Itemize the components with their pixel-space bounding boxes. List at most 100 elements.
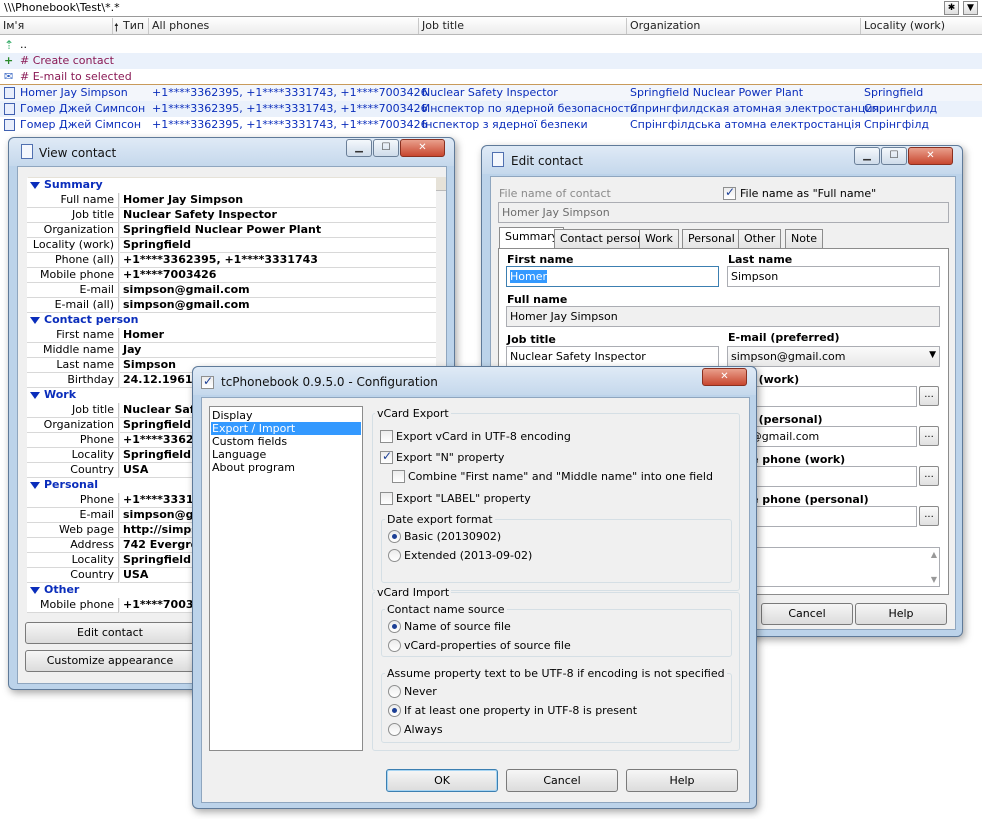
at-least-one-radio[interactable] [388,704,401,717]
export-label-checkbox[interactable] [380,492,393,505]
col-locality[interactable]: Locality (work) [864,19,945,32]
collapse-icon [30,316,40,324]
table-row[interactable]: Гомер Джей Симпсон +1****3362395, +1****… [0,101,982,117]
configuration-dialog: tcPhonebook 0.9.5.0 - Configuration ✕ Di… [192,366,757,809]
edit-document-icon [492,152,504,167]
close-button[interactable]: ✕ [908,147,953,165]
utf8-export-label: Export vCard in UTF-8 encoding [396,430,571,443]
nav-display[interactable]: Display [212,409,253,422]
favorites-button[interactable]: ✱ [944,1,959,15]
minimize-button[interactable]: ▁ [854,147,880,165]
cancel-button[interactable]: Cancel [506,769,618,792]
date-basic-radio[interactable] [388,530,401,543]
help-button[interactable]: Help [855,603,947,625]
phone-work-label: e phone (work) [751,453,846,466]
notes-textarea[interactable]: ▲ ▼ [727,547,940,587]
never-label: Never [404,685,437,698]
date-format-label: Date export format [385,513,495,526]
file-name-field[interactable]: Homer Jay Simpson [498,202,949,223]
first-name-field[interactable]: Homer [506,266,719,287]
collapse-icon [30,391,40,399]
combine-names-checkbox[interactable] [392,470,405,483]
add-icon: + [4,54,14,67]
tab-note[interactable]: Note [785,229,824,248]
full-name-field: Homer Jay Simpson [506,306,940,327]
list-item-email[interactable]: ✉ # E-mail to selected [0,69,982,85]
email-personal-label: l (personal) [751,413,823,426]
maximize-button[interactable]: ☐ [881,147,907,165]
section-contact-person[interactable]: Contact person [27,313,436,328]
help-button[interactable]: Help [626,769,738,792]
email-preferred-label: E-mail (preferred) [728,331,840,344]
nav-about[interactable]: About program [212,461,295,474]
close-button[interactable]: ✕ [400,139,445,157]
ok-button[interactable]: OK [386,769,498,792]
file-name-label: File name of contact [499,187,611,200]
scroll-down-icon: ▼ [930,575,937,584]
nav-export-import[interactable]: Export / Import [211,422,361,435]
customize-appearance-button[interactable]: Customize appearance [25,650,195,672]
at-least-one-label: If at least one property in UTF-8 is pre… [404,704,638,717]
up-label: .. [20,38,27,51]
source-props-radio[interactable] [388,639,401,652]
tab-personal[interactable]: Personal [682,229,741,248]
email-preferred-select[interactable]: simpson@gmail.com ▼ [727,346,940,367]
tab-contact-person[interactable]: Contact person [554,229,650,248]
col-job-title[interactable]: Job title [422,19,464,32]
first-name-label: First name [507,253,574,266]
export-n-checkbox[interactable] [380,449,393,464]
close-button[interactable]: ✕ [702,368,747,386]
create-contact-label: # Create contact [20,54,114,67]
contact-card-icon [4,119,15,131]
nav-language[interactable]: Language [212,448,266,461]
email-personal-more-button[interactable]: ... [919,426,939,446]
scroll-up-icon: ▲ [930,550,937,559]
always-label: Always [404,723,443,736]
collapse-icon [30,481,40,489]
contact-card-icon [4,103,15,115]
last-name-field[interactable]: Simpson [727,266,940,287]
date-extended-radio[interactable] [388,549,401,562]
col-type[interactable]: Тип [123,19,144,32]
source-file-radio[interactable] [388,620,401,633]
minimize-button[interactable]: ▁ [346,139,372,157]
contact-list: ⇡ .. + # Create contact ✉ # E-mail to se… [0,35,982,135]
full-name-label: Full name [507,293,568,306]
collapse-icon [30,586,40,594]
date-extended-label: Extended (2013-09-02) [404,549,533,562]
source-props-label: vCard-properties of source file [404,639,571,652]
chevron-down-icon: ▼ [929,350,936,360]
file-name-as-full-checkbox[interactable] [723,185,736,200]
col-organization[interactable]: Organization [630,19,700,32]
col-phones[interactable]: All phones [152,19,209,32]
tab-other[interactable]: Other [738,229,782,248]
edit-contact-button[interactable]: Edit contact [25,622,195,644]
email-work-more-button[interactable]: ... [919,386,939,406]
maximize-button[interactable]: ☐ [373,139,399,157]
list-item-up[interactable]: ⇡ .. [0,37,982,53]
always-radio[interactable] [388,723,401,736]
file-name-as-full-label: File name as "Full name" [740,187,877,200]
nav-custom-fields[interactable]: Custom fields [212,435,287,448]
export-label-label: Export "LABEL" property [396,492,531,505]
col-name[interactable]: Ім'я [3,19,24,32]
utf8-export-checkbox[interactable] [380,430,393,443]
job-title-field[interactable]: Nuclear Safety Inspector [506,346,719,367]
phone-work-more-button[interactable]: ... [919,466,939,486]
table-row[interactable]: Homer Jay Simpson +1****3362395, +1****3… [0,84,982,102]
mail-icon: ✉ [4,70,14,83]
never-radio[interactable] [388,685,401,698]
vcard-export-label: vCard Export [375,407,451,420]
phone-personal-more-button[interactable]: ... [919,506,939,526]
history-dropdown-button[interactable]: ▼ [963,1,978,15]
cancel-button[interactable]: Cancel [761,603,853,625]
last-name-label: Last name [728,253,793,266]
title-bar: tcPhonebook 0.9.5.0 - Configuration ✕ [193,367,756,395]
email-work-label: l (work) [751,373,800,386]
tab-work[interactable]: Work [639,229,679,248]
list-item-create[interactable]: + # Create contact [0,53,982,69]
table-row[interactable]: Гомер Джей Сімпсон +1****3362395, +1****… [0,117,982,133]
path-bar: \\\Phonebook\Test\*.* ✱ ▼ [0,0,982,17]
column-header: Ім'я 🠕 Тип All phones Job title Organiza… [0,17,982,35]
section-summary[interactable]: Summary [27,178,436,193]
